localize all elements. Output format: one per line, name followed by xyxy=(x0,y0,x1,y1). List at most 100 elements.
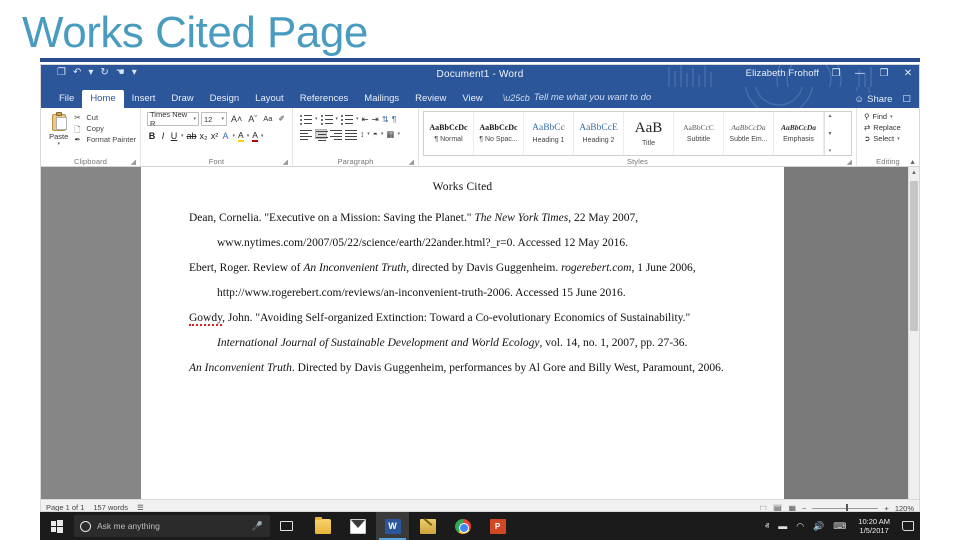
align-center-icon[interactable] xyxy=(315,129,328,141)
taskbar-item-powerpoint[interactable]: P xyxy=(481,512,514,540)
tab-references[interactable]: References xyxy=(292,90,357,109)
show-formatting-marks-icon[interactable]: ¶ xyxy=(392,113,397,125)
tab-review[interactable]: Review xyxy=(407,90,454,109)
styles-more-icon[interactable]: ▾ xyxy=(829,148,832,154)
font-name-input[interactable]: Times New R ▾ xyxy=(147,110,199,128)
vertical-scrollbar[interactable]: ▲ xyxy=(908,167,919,499)
style-no-spacing[interactable]: AaBbCcDc ¶ No Spac... xyxy=(474,112,524,155)
account-name[interactable]: Elizabeth Frohoff xyxy=(746,68,819,79)
line-spacing-icon[interactable]: ↕ xyxy=(360,128,364,140)
search-input[interactable]: Ask me anything 🎤 xyxy=(74,515,270,537)
select-dropdown-icon[interactable]: ▾ xyxy=(897,136,900,142)
styles-scroll-up-icon[interactable]: ▲ xyxy=(828,113,833,119)
tab-layout[interactable]: Layout xyxy=(247,90,292,109)
cut-button[interactable]: ✂ Cut xyxy=(74,113,136,122)
style-subtle-emphasis[interactable]: AaBbCcDa Subtle Em... xyxy=(724,112,774,155)
shading-icon[interactable]: ◓ xyxy=(373,128,378,140)
wifi-icon[interactable]: ◠ xyxy=(796,521,804,532)
microphone-icon[interactable]: 🎤 xyxy=(252,521,263,532)
numbering-dropdown-icon[interactable]: ▾ xyxy=(336,116,339,122)
taskbar-item-onenote[interactable] xyxy=(411,512,444,540)
paste-dropdown-icon[interactable]: ▾ xyxy=(57,141,60,147)
tab-file[interactable]: File xyxy=(51,90,82,109)
bold-button[interactable]: B xyxy=(148,130,156,142)
font-color-dropdown-icon[interactable]: ▾ xyxy=(261,133,264,139)
decrease-indent-icon[interactable]: ⇤ xyxy=(362,113,369,125)
ribbon-display-options-icon[interactable]: ❐ xyxy=(829,68,843,79)
borders-dropdown-icon[interactable]: ▾ xyxy=(397,131,400,137)
highlight-dropdown-icon[interactable]: ▾ xyxy=(247,133,250,139)
styles-dialog-launcher[interactable]: ◢ xyxy=(847,158,852,166)
line-spacing-dropdown-icon[interactable]: ▾ xyxy=(367,131,370,137)
restore-button[interactable]: ❐ xyxy=(877,68,891,79)
task-view-button[interactable] xyxy=(270,512,302,540)
tab-design[interactable]: Design xyxy=(202,90,248,109)
paste-button[interactable]: Paste ▾ xyxy=(45,111,72,147)
styles-scroll-down-icon[interactable]: ▼ xyxy=(828,131,833,137)
format-painter-button[interactable]: ✒ Format Painter xyxy=(74,135,136,144)
sort-icon[interactable]: ⇅ xyxy=(382,113,389,125)
web-layout-button[interactable]: ▦ xyxy=(788,504,796,512)
scrollbar-thumb[interactable] xyxy=(910,181,918,331)
font-color-icon[interactable]: A xyxy=(252,130,258,142)
strikethrough-button[interactable]: ab xyxy=(187,130,197,142)
clipboard-dialog-launcher[interactable]: ◢ xyxy=(131,158,136,166)
text-highlight-color-icon[interactable]: A xyxy=(238,130,244,142)
close-button[interactable]: ✕ xyxy=(901,68,915,79)
keyboard-icon[interactable]: ⌨ xyxy=(833,521,846,532)
shrink-font-icon[interactable]: Aˇ xyxy=(246,112,259,126)
volume-icon[interactable]: 🔊 xyxy=(813,521,824,532)
style-emphasis[interactable]: AaBbCcDa Emphasis xyxy=(774,112,824,155)
bullets-dropdown-icon[interactable]: ▾ xyxy=(315,116,318,122)
italic-button[interactable]: I xyxy=(159,130,167,142)
zoom-level[interactable]: 120% xyxy=(895,504,914,512)
text-effects-icon[interactable]: A xyxy=(222,130,230,142)
scroll-up-icon[interactable]: ▲ xyxy=(909,167,919,178)
underline-dropdown-icon[interactable]: ▾ xyxy=(181,133,184,139)
font-dialog-launcher[interactable]: ◢ xyxy=(283,158,288,166)
find-dropdown-icon[interactable]: ▾ xyxy=(890,114,893,120)
font-size-input[interactable]: 12 ▾ xyxy=(201,112,227,126)
show-hidden-icons-icon[interactable]: ⱏ xyxy=(765,521,769,532)
taskbar-item-mail[interactable] xyxy=(341,512,374,540)
clock[interactable]: 10:20 AM 1/5/2017 xyxy=(858,517,890,536)
taskbar-item-word[interactable]: W xyxy=(376,512,409,540)
zoom-in-button[interactable]: + xyxy=(884,504,888,512)
chevron-down-icon[interactable]: ▾ xyxy=(193,116,196,122)
share-button[interactable]: ☺ Share xyxy=(854,94,892,105)
style-heading-1[interactable]: AaBbCc Heading 1 xyxy=(524,112,574,155)
style-subtitle[interactable]: AaBbCcC Subtitle xyxy=(674,112,724,155)
change-case-icon[interactable]: Aa xyxy=(261,112,274,126)
text-effects-dropdown-icon[interactable]: ▾ xyxy=(233,133,236,139)
underline-button[interactable]: U xyxy=(170,130,178,142)
find-button[interactable]: ⚲ Find ▾ xyxy=(861,110,915,121)
multilevel-list-icon[interactable] xyxy=(341,114,354,125)
word-count[interactable]: 157 words xyxy=(93,503,128,511)
multilevel-dropdown-icon[interactable]: ▾ xyxy=(356,116,359,122)
proofing-errors-icon[interactable]: ☰ xyxy=(137,503,144,511)
justify-icon[interactable] xyxy=(345,129,357,140)
replace-button[interactable]: ⇄ Replace xyxy=(861,121,915,132)
document-page[interactable]: Works Cited Dean, Cornelia. "Executive o… xyxy=(141,167,784,499)
subscript-button[interactable]: x₂ xyxy=(200,130,208,142)
select-button[interactable]: ➲ Select ▾ xyxy=(861,132,915,143)
style-normal[interactable]: AaBbCcDc ¶ Normal xyxy=(424,112,474,155)
align-left-icon[interactable] xyxy=(300,129,312,140)
shading-dropdown-icon[interactable]: ▾ xyxy=(381,131,384,137)
read-mode-button[interactable]: ⬚ xyxy=(759,504,767,512)
tab-home[interactable]: Home xyxy=(82,89,124,108)
comments-icon[interactable]: ☐ xyxy=(902,94,911,105)
numbering-icon[interactable] xyxy=(320,114,333,125)
page-indicator[interactable]: Page 1 of 1 xyxy=(46,503,84,511)
minimize-button[interactable]: — xyxy=(853,68,867,79)
tab-view[interactable]: View xyxy=(454,90,490,109)
tab-draw[interactable]: Draw xyxy=(163,90,201,109)
taskbar-item-chrome[interactable] xyxy=(446,512,479,540)
print-layout-button[interactable]: ▤ xyxy=(772,503,783,511)
grow-font-icon[interactable]: A˄ xyxy=(229,112,244,126)
style-heading-2[interactable]: AaBbCcE Heading 2 xyxy=(574,112,624,155)
zoom-slider[interactable] xyxy=(812,503,879,511)
start-button[interactable] xyxy=(40,512,74,540)
tab-mailings[interactable]: Mailings xyxy=(356,90,407,109)
bullets-icon[interactable] xyxy=(300,114,312,125)
